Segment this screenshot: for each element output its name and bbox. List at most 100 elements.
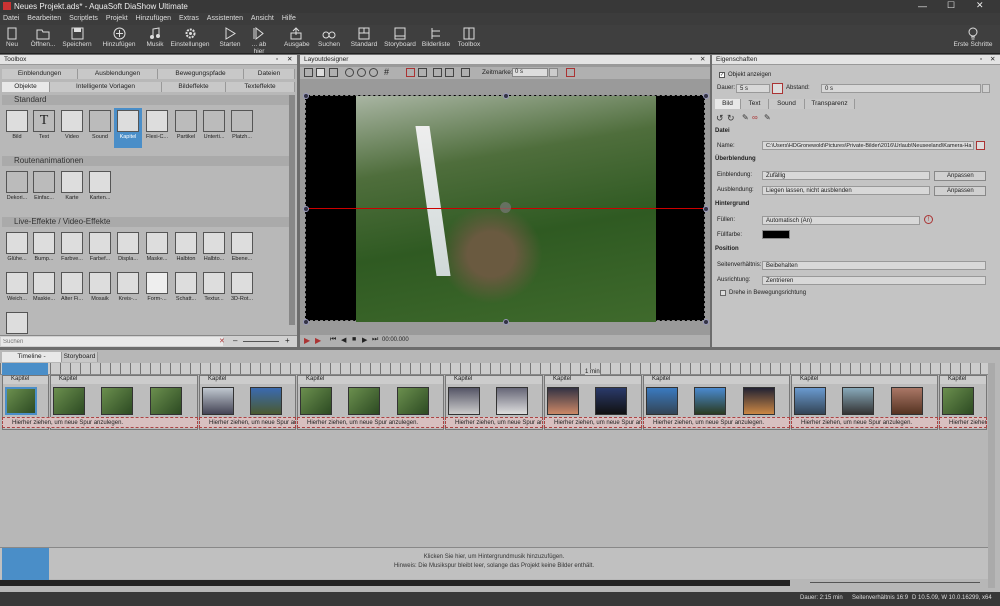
menu-assistenten[interactable]: Assistenten	[204, 13, 246, 22]
size-slider[interactable]	[243, 341, 279, 342]
next-icon[interactable]: ▶	[362, 336, 367, 344]
ausblendung-anpassen-button[interactable]: Anpassen	[934, 186, 986, 196]
neu-button[interactable]: Neu	[3, 27, 21, 53]
link-icon[interactable]: ∞	[752, 113, 758, 122]
dropzone-2[interactable]: Hierher ziehen, um neue Spur anzulegen.	[199, 417, 296, 428]
timeline-zoom-slider[interactable]	[810, 582, 980, 583]
bilderliste-view-button[interactable]: Bilderliste	[421, 27, 451, 53]
clip[interactable]	[300, 387, 332, 415]
rotate-right-icon[interactable]: ↻	[727, 113, 735, 124]
menu-projekt[interactable]: Projekt	[103, 13, 131, 22]
tool-farbverlauf[interactable]: Farbve...	[58, 230, 86, 270]
play-from-here-icon[interactable]: ▶	[315, 336, 321, 345]
dropzone-1[interactable]: Hierher ziehen, um neue Spur anzulegen.	[2, 417, 198, 428]
fuellen-dropdown[interactable]: Automatisch (An)	[762, 216, 920, 225]
toolbox-scrollbar[interactable]	[289, 95, 295, 325]
menu-hilfe[interactable]: Hilfe	[279, 13, 299, 22]
tool-displacement[interactable]: Displa...	[114, 230, 142, 270]
clip[interactable]	[743, 387, 775, 415]
standard-view-button[interactable]: Standard	[350, 27, 378, 53]
corner-handle-tl[interactable]	[303, 93, 309, 99]
section-standard[interactable]: Standard	[2, 95, 294, 105]
tool-platzhalter[interactable]: Platzh...	[228, 108, 256, 148]
tool-maskieren[interactable]: Maskie...	[30, 270, 58, 310]
tool-kapitel[interactable]: Kapitel	[114, 108, 142, 148]
ausrichtung-dropdown[interactable]: Zentrieren	[762, 276, 986, 285]
tool-video[interactable]: Video	[58, 108, 86, 148]
tab-bewegungspfade[interactable]: Bewegungspfade	[158, 69, 244, 79]
clip[interactable]	[250, 387, 282, 415]
einblendung-dropdown[interactable]: Zufällig	[762, 171, 930, 180]
remove-object-icon[interactable]	[445, 68, 454, 77]
menu-hinzufuegen[interactable]: Hinzufügen	[133, 13, 174, 22]
select-tool-icon[interactable]	[316, 68, 325, 77]
tab-einblendungen[interactable]: Einblendungen	[2, 69, 78, 79]
clip[interactable]	[101, 387, 133, 415]
search-input[interactable]	[1, 337, 223, 346]
tab-ausblendungen[interactable]: Ausblendungen	[78, 69, 158, 79]
clip[interactable]	[942, 387, 974, 415]
zoom-in-icon[interactable]: +	[285, 336, 290, 345]
edge-handle-left[interactable]	[303, 206, 309, 212]
tool-textur[interactable]: Textur...	[200, 270, 228, 310]
speichern-button[interactable]: Speichern	[62, 27, 92, 53]
clip[interactable]	[348, 387, 380, 415]
arrange-icon[interactable]	[461, 68, 470, 77]
dropzone-3[interactable]: Hierher ziehen, um neue Spur anzulegen.	[297, 417, 444, 428]
fuellfarbe-swatch[interactable]	[762, 230, 790, 239]
zoom-out-icon[interactable]: –	[233, 336, 237, 345]
tool-sound[interactable]: Sound	[86, 108, 114, 148]
info-icon[interactable]: !	[924, 215, 933, 224]
tool-3d-rotation[interactable]: 3D-Rot...	[228, 270, 256, 310]
save-icon[interactable]	[566, 68, 575, 77]
tab-transparenz[interactable]: Transparenz	[805, 99, 855, 109]
zeitmarke-spinner[interactable]	[549, 68, 558, 77]
tool-alter-film[interactable]: Alter Fi...	[58, 270, 86, 310]
brush-icon[interactable]: ✎	[764, 113, 771, 122]
menu-bearbeiten[interactable]: Bearbeiten	[24, 13, 64, 22]
align-icon[interactable]	[418, 68, 427, 77]
tab-dateien[interactable]: Dateien	[244, 69, 295, 79]
pin-icon[interactable]: ▫	[980, 56, 982, 63]
corner-handle-tr[interactable]	[703, 93, 709, 99]
clip[interactable]	[397, 387, 429, 415]
close-button[interactable]: ✕	[976, 0, 984, 11]
dropzone-6[interactable]: Hierher ziehen, um neue Spur anzulegen.	[643, 417, 790, 428]
center-handle[interactable]	[500, 202, 511, 213]
tool-schatten[interactable]: Schatt...	[172, 270, 200, 310]
ausgabe-button[interactable]: Ausgabe	[284, 27, 310, 53]
clip[interactable]	[496, 387, 528, 415]
tool-untertitel[interactable]: Unterti...	[200, 108, 228, 148]
tab-bild[interactable]: Bild	[715, 99, 741, 109]
tab-bildeffekte[interactable]: Bildeffekte	[162, 82, 226, 92]
zoom-out-icon[interactable]	[357, 68, 366, 77]
grid-icon[interactable]: #	[384, 67, 389, 77]
clip[interactable]	[547, 387, 579, 415]
name-input[interactable]: C:\Users\HDGronewold\Pictures\Private-Bi…	[762, 141, 974, 150]
last-frame-icon[interactable]: ⏭	[372, 336, 378, 344]
menu-ansicht[interactable]: Ansicht	[248, 13, 277, 22]
edit-pen-icon[interactable]: ✎	[742, 113, 749, 122]
menu-datei[interactable]: Datei	[0, 13, 22, 22]
browse-icon[interactable]	[976, 141, 985, 150]
play-icon[interactable]: ▶	[304, 336, 310, 345]
oeffnen-button[interactable]: Öffnen...	[28, 27, 58, 53]
tool-bild[interactable]: Bild	[3, 108, 31, 148]
clip[interactable]	[150, 387, 182, 415]
search-clear-icon[interactable]: ✕	[219, 337, 225, 345]
preview-canvas[interactable]	[303, 93, 709, 325]
tool-halbton-2[interactable]: Halbto...	[200, 230, 228, 270]
erste-schritte-button[interactable]: Erste Schritte	[952, 27, 994, 53]
tool-einfach[interactable]: Einfac...	[30, 169, 58, 209]
dauer-input[interactable]: 5 s	[736, 84, 770, 93]
section-live-effekte[interactable]: Live-Effekte / Video-Effekte	[2, 217, 294, 227]
tool-karten-route[interactable]: Karten...	[86, 169, 114, 209]
clip[interactable]	[794, 387, 826, 415]
tab-storyboard[interactable]: Storyboard	[62, 352, 98, 362]
add-object-icon[interactable]	[433, 68, 442, 77]
close-icon[interactable]: ✕	[287, 55, 292, 63]
ausblendung-dropdown[interactable]: Liegen lassen, nicht ausblenden	[762, 186, 930, 195]
tool-gluehen[interactable]: Glühe...	[3, 230, 31, 270]
timeline-hscrollbar[interactable]	[0, 580, 790, 586]
clip[interactable]	[842, 387, 874, 415]
